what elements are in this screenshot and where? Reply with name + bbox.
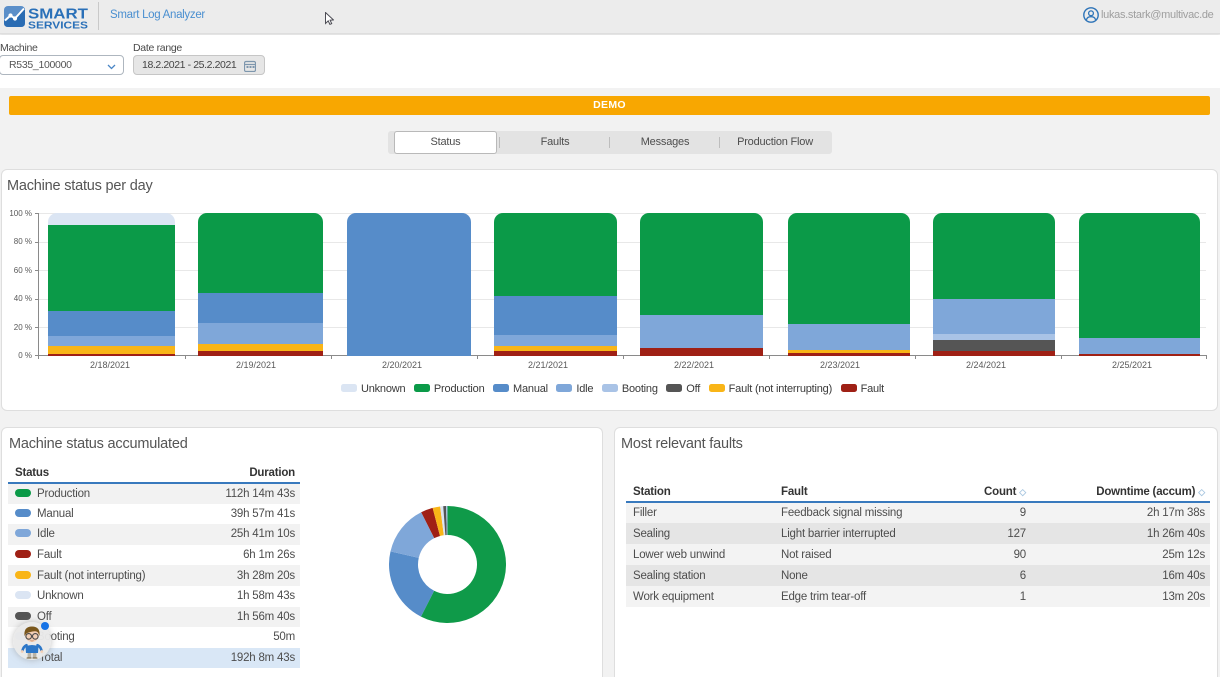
- svg-text:SERVICES: SERVICES: [28, 20, 88, 32]
